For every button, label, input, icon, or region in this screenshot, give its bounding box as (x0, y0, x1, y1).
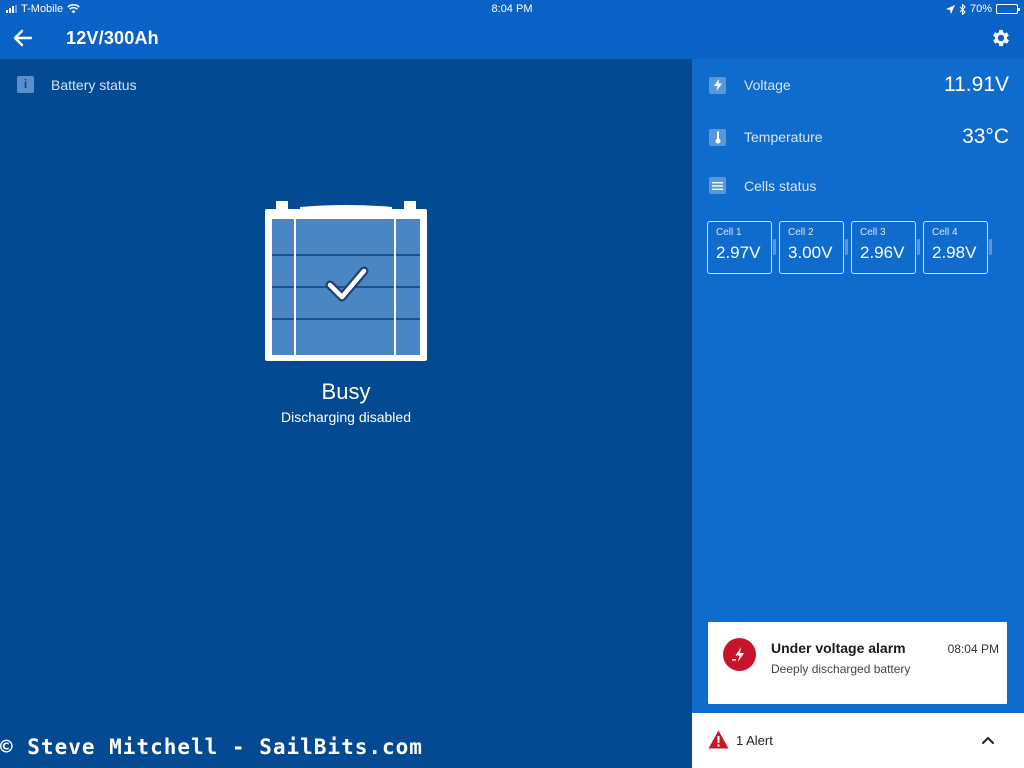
cells-status-row: Cells status (709, 177, 1009, 194)
status-time: 8:04 PM (491, 3, 533, 15)
cells-list: Cell 1 2.97V Cell 2 3.00V Cell 3 2.96V C… (707, 221, 992, 274)
info-icon: i (17, 76, 34, 93)
battery-check-icon (265, 201, 427, 361)
cell-voltage: 2.97V (716, 243, 761, 262)
arrow-left-icon[interactable] (12, 27, 34, 49)
temperature-row: Temperature 33°C (709, 125, 1009, 149)
voltage-row: Voltage 11.91V (709, 73, 1009, 97)
chevron-up-icon[interactable] (981, 733, 995, 747)
gear-icon[interactable] (990, 27, 1012, 49)
list-icon (709, 177, 726, 194)
temperature-label: Temperature (744, 129, 823, 145)
battery-status-panel: i Battery status Busy Discharging disabl… (0, 59, 692, 768)
page-title: 12V/300Ah (66, 28, 159, 48)
cell-card: Cell 1 2.97V (707, 221, 776, 274)
alarm-time: 08:04 PM (947, 642, 999, 656)
cell-voltage: 2.98V (932, 243, 977, 262)
cells-status-label: Cells status (744, 177, 817, 194)
battery-icon (996, 4, 1020, 14)
alarm-description: Deeply discharged battery (771, 662, 911, 676)
cell-voltage: 2.96V (860, 243, 905, 262)
status-bar: T-Mobile 8:04 PM 70% (0, 0, 1024, 18)
thermometer-icon (709, 128, 726, 146)
battery-status-header: i Battery status (17, 76, 137, 93)
cell-name: Cell 2 (788, 227, 814, 238)
watermark: © Steve Mitchell - SailBits.com (0, 735, 423, 759)
battery-state: Busy (321, 379, 371, 404)
voltage-label: Voltage (744, 77, 791, 93)
alert-bar[interactable]: 1 Alert (692, 713, 1024, 768)
cell-name: Cell 3 (860, 227, 886, 238)
cell-card: Cell 3 2.96V (851, 221, 920, 274)
cell-name: Cell 1 (716, 227, 742, 238)
battery-status-label: Battery status (51, 76, 137, 93)
battery-percent: 70% (969, 3, 992, 15)
lightning-icon (709, 76, 726, 94)
temperature-value: 33°C (962, 125, 1009, 148)
metrics-panel: Voltage 11.91V Temperature 33°C Cells st… (692, 59, 1024, 713)
cell-card: Cell 2 3.00V (779, 221, 848, 274)
cell-card: Cell 4 2.98V (923, 221, 992, 274)
low-voltage-icon (723, 638, 756, 671)
status-right-group: 70% (945, 3, 1020, 15)
app-bar: 12V/300Ah (0, 18, 1024, 59)
cell-voltage: 3.00V (788, 243, 833, 262)
alarm-notification[interactable]: Under voltage alarm 08:04 PM Deeply disc… (708, 622, 1007, 704)
bluetooth-icon (959, 3, 966, 15)
location-icon (945, 4, 955, 14)
alert-count: 1 Alert (736, 733, 773, 748)
warning-triangle-icon (708, 730, 729, 749)
cell-name: Cell 4 (932, 227, 958, 238)
voltage-value: 11.91V (944, 73, 1009, 96)
alarm-title: Under voltage alarm (771, 640, 906, 656)
battery-sub-state: Discharging disabled (281, 409, 411, 425)
